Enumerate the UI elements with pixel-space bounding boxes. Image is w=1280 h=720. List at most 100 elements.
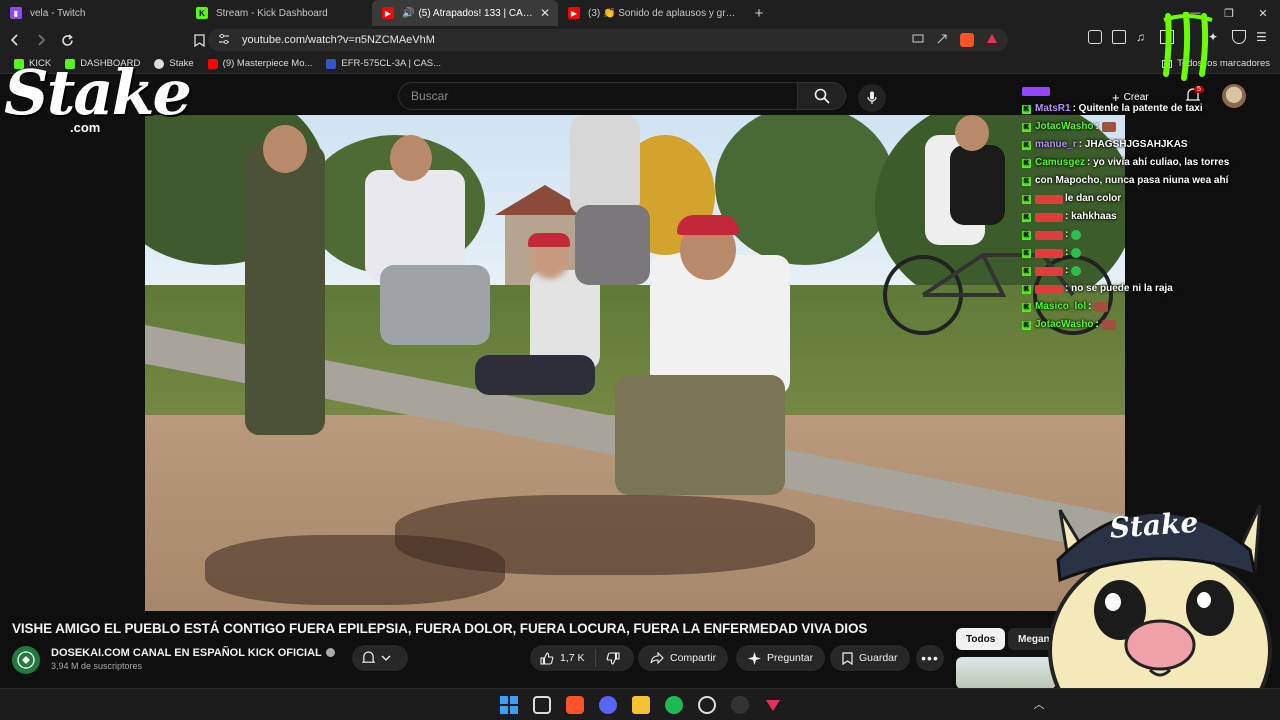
kick-badge-icon: K [1022, 122, 1031, 132]
tab-youtube-active[interactable]: ▶ 🔊 (5) Atrapados! 133 | CAPÍTULO ✕ [372, 0, 558, 26]
menu-icon[interactable]: ☰ [1256, 30, 1270, 44]
tab-title: (5) Atrapados! 133 | CAPÍTULO [418, 7, 533, 19]
like-dislike-group: 1,7 K [530, 645, 634, 671]
chat-username[interactable]: JotacWasho [1035, 118, 1094, 136]
tab-youtube-aplausos[interactable]: ▶ (3) 👏 Sonido de aplausos y gritos de [558, 0, 744, 26]
music-icon[interactable]: ♫ [1136, 30, 1150, 44]
more-actions-button[interactable]: ••• [916, 645, 944, 671]
channel-name[interactable]: DOSEKAI.COM CANAL EN ESPAÑOL KICK OFICIA… [51, 647, 335, 659]
chat-username-redacted [1022, 86, 1050, 96]
share-button[interactable]: Compartir [638, 645, 729, 671]
back-icon[interactable] [4, 29, 26, 51]
kick-badge-icon: K [1022, 284, 1031, 294]
chip-todos[interactable]: Todos [956, 628, 1006, 650]
search-button[interactable] [798, 82, 846, 110]
sparkle-icon [748, 651, 761, 665]
kick-badge-icon: K [1022, 176, 1031, 186]
video-pants [615, 375, 785, 495]
chat-message: Kcon Mapocho, nunca pasa niuna wea ahí [1022, 172, 1272, 190]
chat-username[interactable]: Camusgez [1035, 154, 1085, 172]
voice-search-button[interactable] [858, 84, 886, 112]
search-input[interactable]: Buscar [398, 82, 798, 110]
chat-message: K JotacWasho: [1022, 316, 1272, 334]
ask-button[interactable]: Preguntar [736, 645, 826, 671]
wallet-icon[interactable] [1112, 30, 1126, 44]
channel-name-text: DOSEKAI.COM CANAL EN ESPAÑOL KICK OFICIA… [51, 647, 322, 659]
search-placeholder: Buscar [411, 89, 449, 103]
chat-username-redacted [1035, 212, 1063, 222]
chat-username-redacted [1035, 194, 1063, 204]
chat-emote-icon [1071, 266, 1082, 276]
channel-avatar[interactable] [12, 646, 40, 674]
chat-username[interactable]: Masico_lol [1035, 298, 1086, 316]
stake-cat-mascot: Stake [1048, 504, 1272, 720]
video-head [263, 125, 307, 173]
spotify-icon[interactable] [665, 696, 683, 714]
chat-message: K: [1022, 244, 1272, 262]
reload-icon[interactable] [56, 29, 78, 51]
bookmark-masterpiece[interactable]: (9) Masterpiece Mo... [207, 58, 312, 69]
chevron-up-icon[interactable]: ︿ [1030, 696, 1048, 714]
chat-username[interactable]: manue_r [1035, 136, 1077, 154]
chat-emote-icon [1101, 122, 1116, 132]
chat-message: K: [1022, 262, 1272, 280]
address-bar-actions [912, 33, 998, 47]
chat-message: K MatsR1: Quitenle la patente de taxi [1022, 100, 1272, 118]
bookmark-casio[interactable]: EFR-575CL-3A | CAS... [326, 58, 441, 69]
tab-kick-dashboard[interactable]: K Stream - Kick Dashboard [186, 0, 372, 26]
brave-browser-icon[interactable] [566, 696, 584, 714]
ask-label: Preguntar [767, 652, 814, 664]
kick-badge-icon: K [1022, 140, 1031, 150]
brave-rewards-icon[interactable] [986, 33, 998, 47]
file-explorer-icon[interactable] [632, 696, 650, 714]
close-tab-icon[interactable]: ✕ [540, 6, 550, 20]
video-red-cap [677, 215, 739, 235]
chat-message: Kle dan color [1022, 190, 1272, 208]
thumbs-down-icon [606, 651, 620, 665]
discord-icon[interactable] [599, 696, 617, 714]
share-icon[interactable] [936, 34, 948, 47]
like-button[interactable]: 1,7 K [530, 649, 596, 667]
bookmark-page-icon[interactable] [188, 29, 210, 51]
address-bar[interactable]: youtube.com/watch?v=n5NZCMAeVhM [208, 29, 1008, 51]
forward-icon[interactable] [30, 29, 52, 51]
close-window-icon[interactable]: ✕ [1246, 7, 1280, 20]
cast-icon[interactable] [912, 34, 924, 47]
task-view-icon[interactable] [533, 696, 551, 714]
chat-text: con Mapocho, nunca pasa niuna wea ahí [1035, 175, 1229, 186]
share-arrow-icon [650, 652, 664, 664]
chat-username[interactable]: JotacWasho [1035, 316, 1094, 334]
app-icon[interactable] [731, 696, 749, 714]
brave-shield-icon[interactable] [960, 33, 974, 47]
kick-badge-icon: K [1022, 194, 1031, 204]
chat-text: : no se puede ni la raja [1065, 283, 1173, 294]
kick-badge-icon: K [1022, 248, 1031, 258]
subscribed-notification-button[interactable] [352, 645, 408, 671]
chat-emote-icon [1101, 320, 1116, 330]
windows-start-icon[interactable] [500, 696, 518, 714]
vpn-icon[interactable] [1232, 30, 1246, 44]
kick-badge-icon: K [1022, 302, 1031, 312]
save-button[interactable]: Guardar [830, 645, 910, 671]
site-info-icon[interactable] [218, 33, 230, 48]
tab-twitch[interactable]: ▮ vela - Twitch [0, 0, 186, 26]
chat-username[interactable]: MatsR1 [1035, 100, 1071, 118]
brave-rewards-icon[interactable] [764, 696, 782, 714]
video-player[interactable] [145, 115, 1125, 611]
video-title: VISHE AMIGO EL PUEBLO ESTÁ CONTIGO FUERA… [12, 621, 868, 636]
bookmark-icon [842, 651, 853, 665]
chat-message [1022, 82, 1272, 100]
new-tab-button[interactable]: + [746, 0, 772, 26]
obs-icon[interactable] [698, 696, 716, 714]
video-person-back [570, 115, 640, 215]
verified-icon [325, 648, 335, 657]
twitch-icon: ▮ [10, 7, 22, 19]
svg-text:Stake: Stake [1109, 506, 1200, 545]
stake-logo-domain: .com [70, 120, 101, 135]
extensions-icon[interactable] [1088, 30, 1102, 44]
chat-text: : [1065, 229, 1069, 240]
youtube-icon: ▶ [382, 7, 394, 19]
chat-emote-icon [1071, 248, 1082, 258]
channel-logo-icon [17, 651, 35, 669]
dislike-button[interactable] [596, 651, 630, 665]
